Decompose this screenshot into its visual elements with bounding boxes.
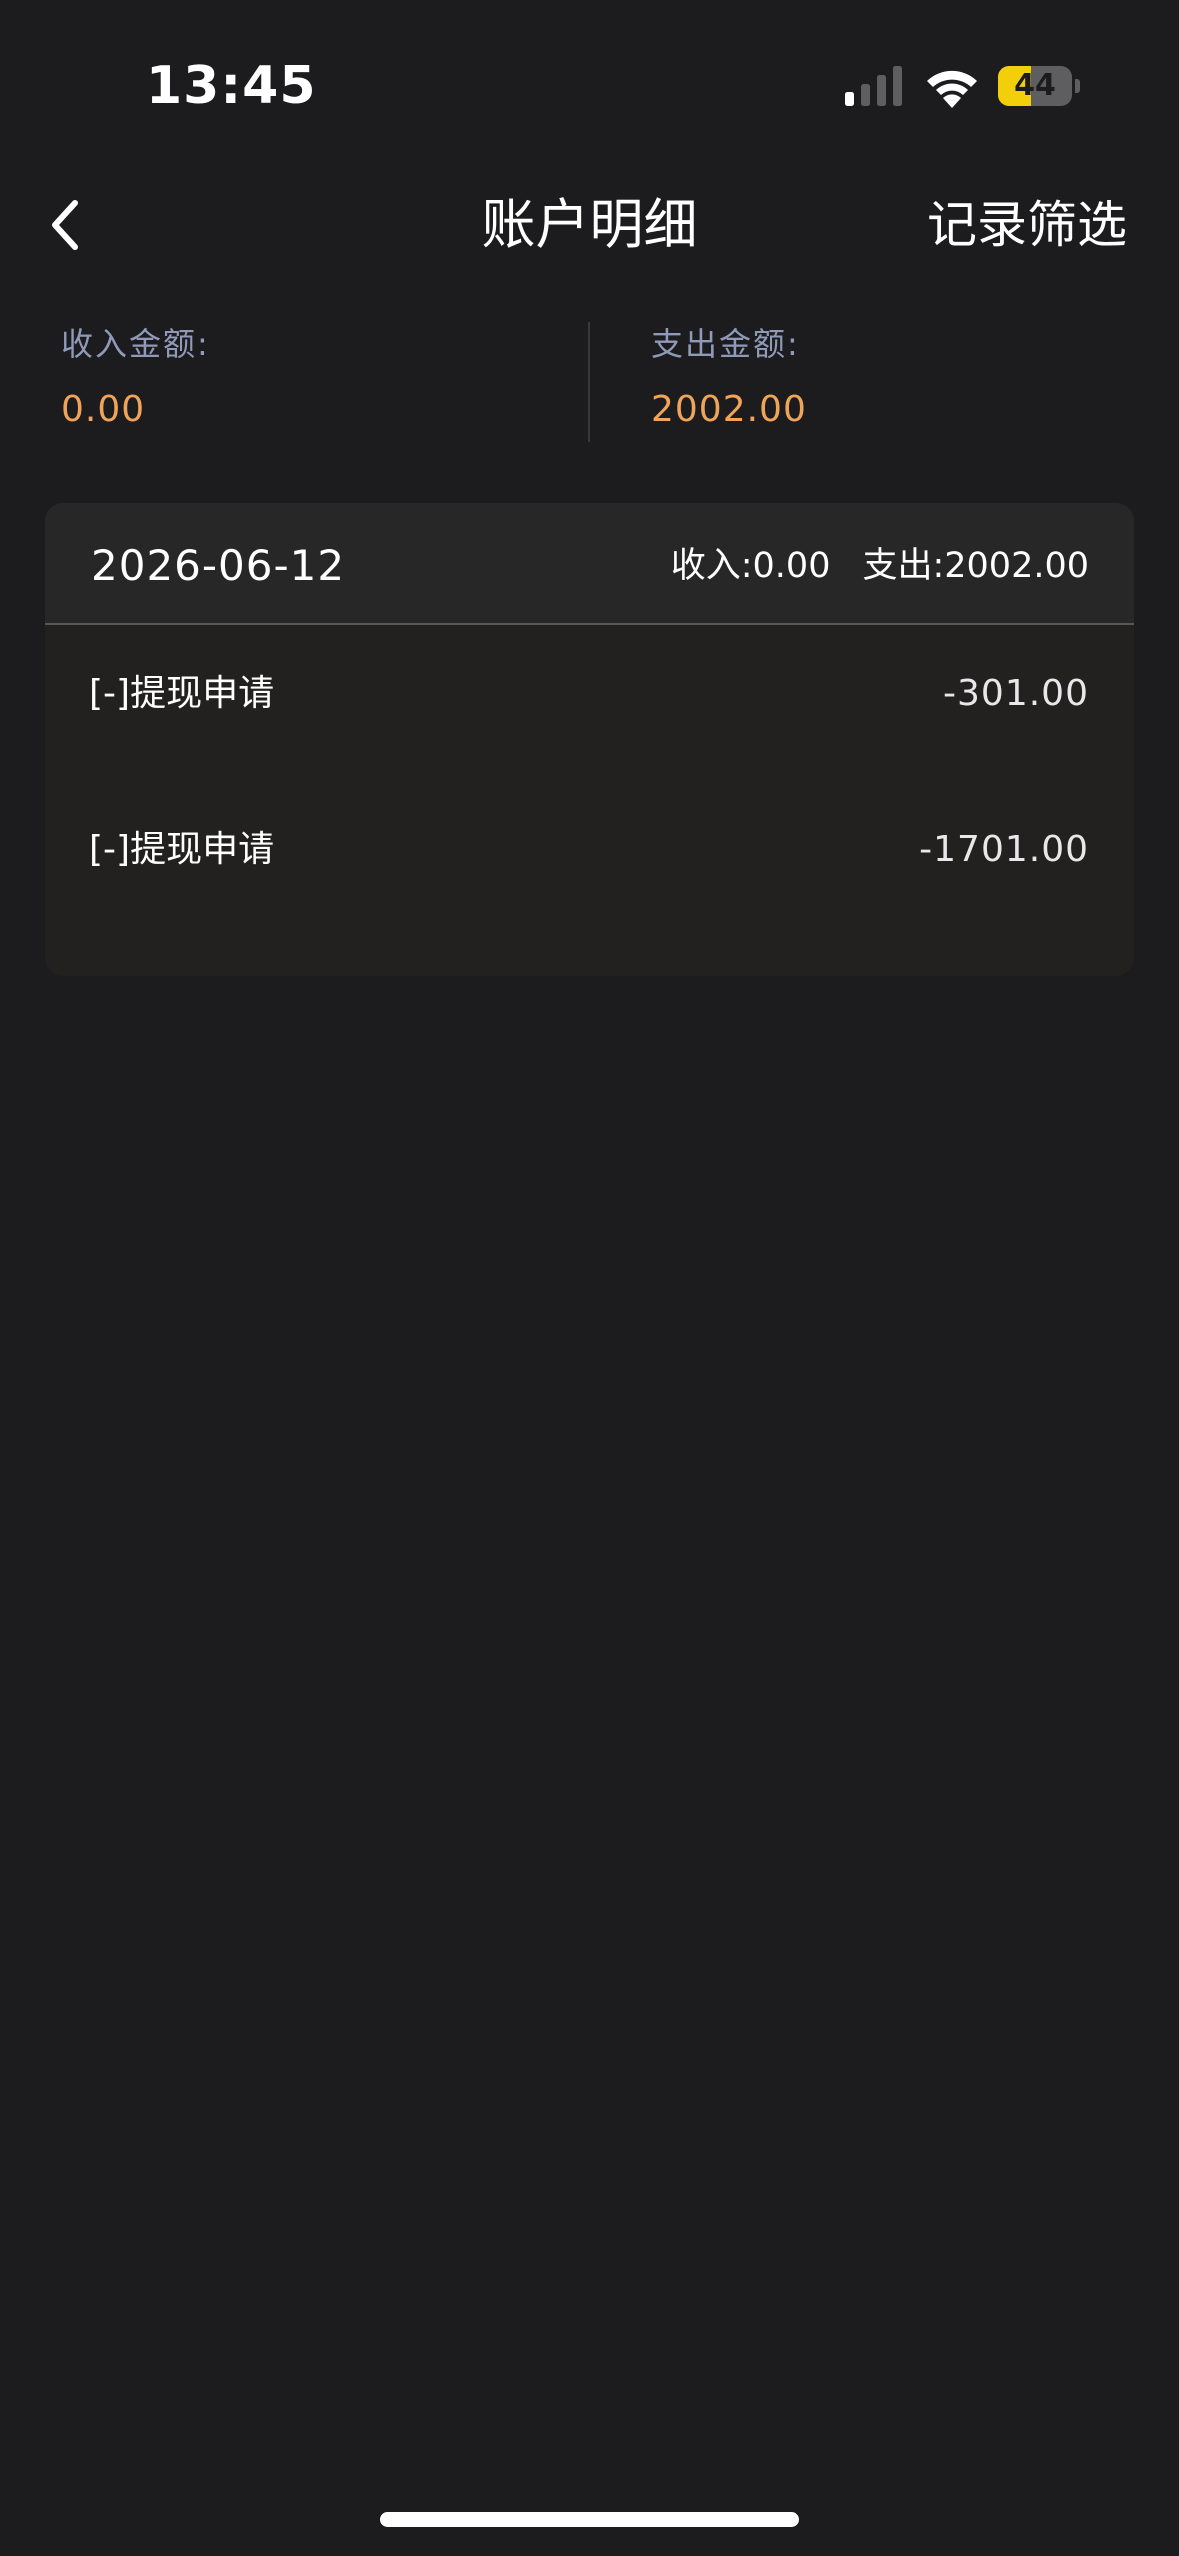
expense-summary: 支出金额: 2002.00 xyxy=(651,322,1151,432)
record-day-totals: 收入:0.00 支出:2002.00 xyxy=(671,543,1089,589)
record-row[interactable]: [-]提现申请 -301.00 xyxy=(45,653,1134,733)
summary-divider xyxy=(588,322,590,442)
account-details-screen: 13:45 44 账户明细 记录筛选 收入金额: 0.00 支出金额: 2002… xyxy=(0,0,1179,2556)
record-amount: -301.00 xyxy=(943,673,1089,714)
nav-bar: 账户明细 记录筛选 xyxy=(0,170,1179,280)
income-value: 0.00 xyxy=(61,389,146,430)
record-description: [-]提现申请 xyxy=(89,829,275,870)
status-bar: 13:45 44 xyxy=(0,0,1179,170)
record-description: [-]提现申请 xyxy=(89,673,275,714)
expense-label: 支出金额: xyxy=(651,325,800,363)
wifi-icon xyxy=(927,70,977,108)
record-group-header: 2026-06-12 收入:0.00 支出:2002.00 xyxy=(45,503,1134,625)
income-summary: 收入金额: 0.00 xyxy=(61,322,561,432)
record-group-card: 2026-06-12 收入:0.00 支出:2002.00 [-]提现申请 -30… xyxy=(45,503,1134,976)
day-expense-total: 支出:2002.00 xyxy=(862,546,1089,586)
record-filter-button[interactable]: 记录筛选 xyxy=(927,192,1127,258)
record-amount: -1701.00 xyxy=(919,829,1089,870)
battery-level: 44 xyxy=(1014,68,1056,103)
record-date: 2026-06-12 xyxy=(91,541,346,590)
home-indicator[interactable] xyxy=(380,2512,799,2527)
status-time: 13:45 xyxy=(146,56,317,116)
cellular-signal-icon xyxy=(845,66,902,106)
back-button[interactable] xyxy=(30,190,100,260)
chevron-left-icon xyxy=(52,200,78,250)
day-income-total: 收入:0.00 xyxy=(670,546,831,586)
battery-indicator: 44 xyxy=(998,66,1080,106)
expense-value: 2002.00 xyxy=(651,389,807,430)
income-label: 收入金额: xyxy=(61,325,210,363)
record-row[interactable]: [-]提现申请 -1701.00 xyxy=(45,809,1134,889)
amount-summary: 收入金额: 0.00 支出金额: 2002.00 xyxy=(0,322,1179,444)
